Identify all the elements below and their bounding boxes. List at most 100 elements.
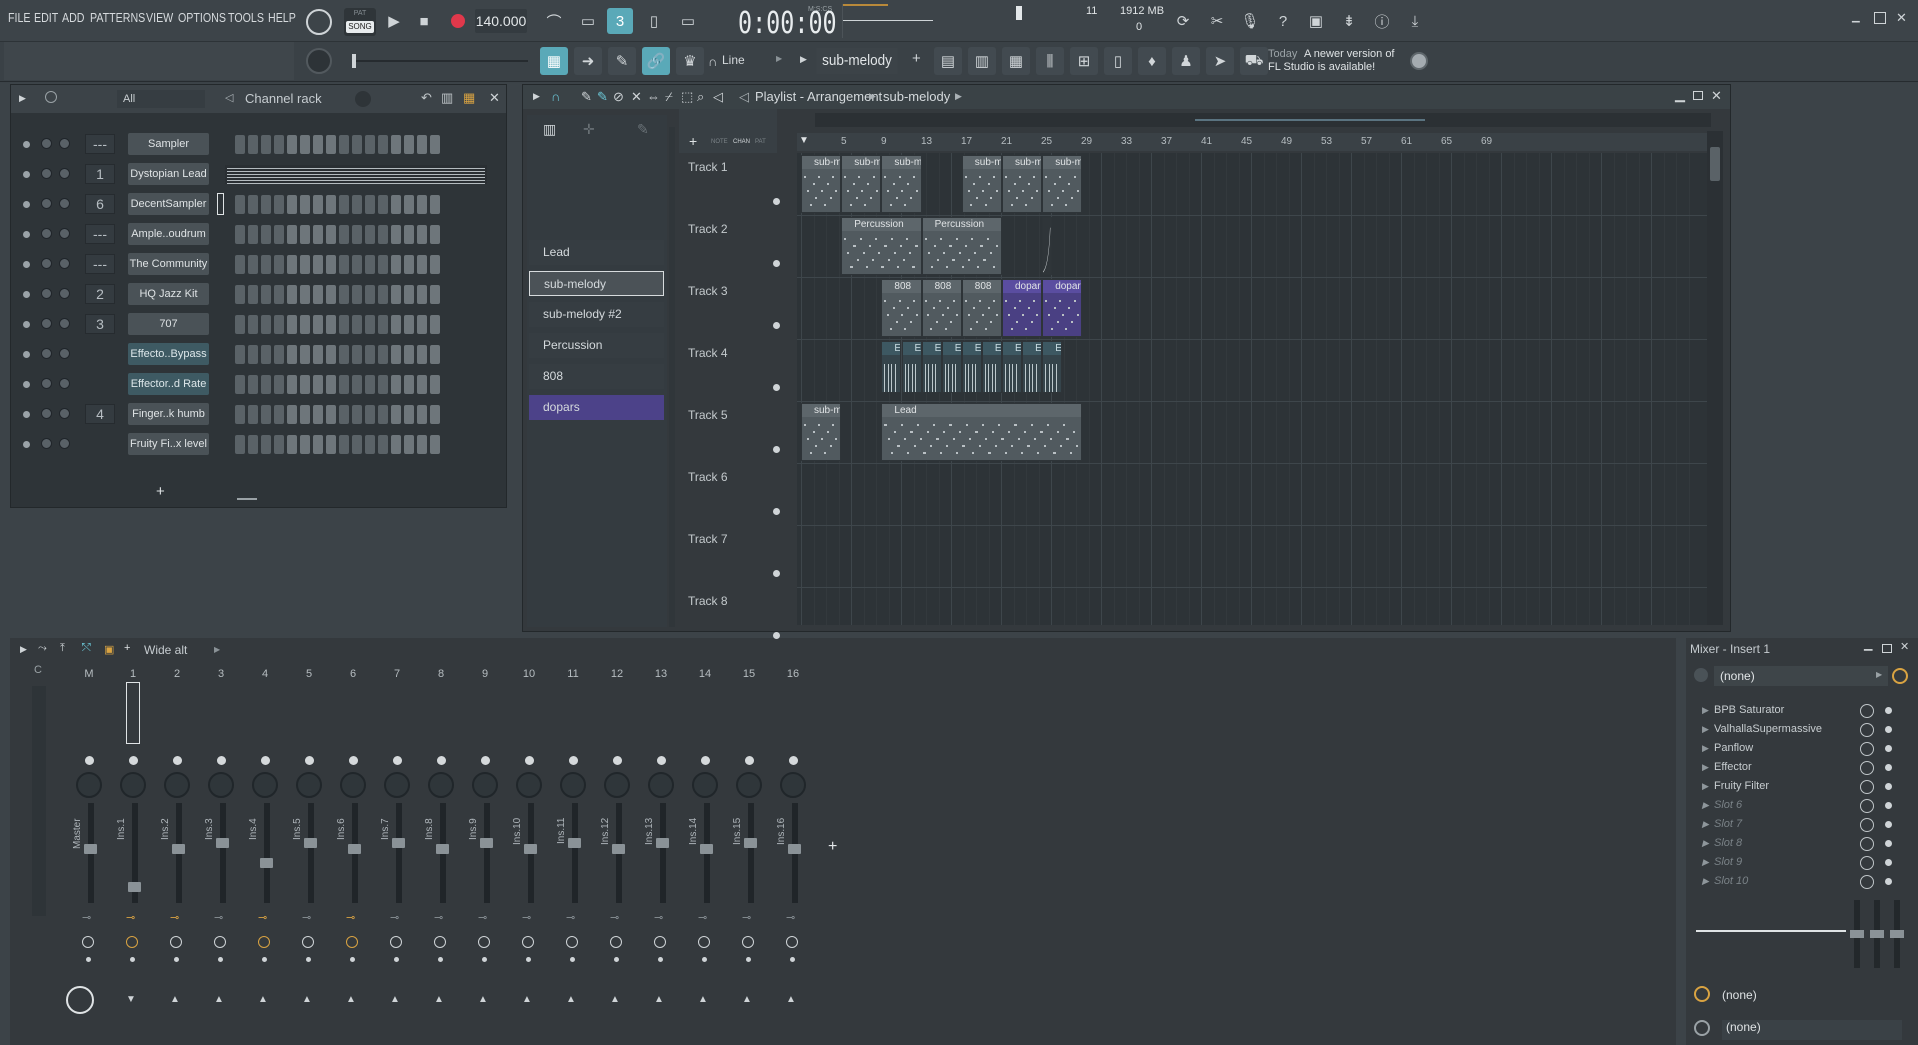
picker-pattern-item[interactable]: sub-melody [529,271,664,296]
slot-enable-led[interactable] [1885,726,1892,733]
mixer-fader-cap[interactable] [524,844,537,854]
step-button[interactable] [404,375,414,394]
step-button[interactable] [404,195,414,214]
picker-pencil-icon[interactable]: ✎ [637,121,649,138]
mixer-route-led[interactable] [746,957,751,962]
step-button[interactable] [287,195,297,214]
step-button[interactable] [430,225,440,244]
step-button[interactable] [235,435,245,454]
minimize-playlist-icon[interactable]: ▁ [1675,87,1685,103]
mixer-route-arrow-icon[interactable]: ▲ [170,994,180,1005]
step-button[interactable] [417,345,427,364]
channel-volume-knob[interactable] [41,198,52,209]
minimize-app-button[interactable]: ▁ [1852,12,1864,24]
step-button[interactable] [287,345,297,364]
picker-add-icon[interactable]: ✛ [583,121,595,138]
channel-led[interactable] [23,201,30,208]
mixer-fader[interactable] [220,803,226,903]
step-button[interactable] [287,405,297,424]
slot-expand-icon[interactable]: ▶ [1702,777,1709,796]
mixer-add-icon[interactable]: + [124,642,130,654]
step-button[interactable] [352,375,362,394]
pattern-prev-icon[interactable]: ▶ [800,54,807,65]
stamp-icon[interactable]: ♛ [676,47,704,75]
step-button[interactable] [404,285,414,304]
mixer-route-led[interactable] [570,957,575,962]
slot-mix-knob[interactable] [1860,723,1874,737]
mixer-pan-knob[interactable] [692,772,718,798]
step-button[interactable] [261,435,271,454]
stop-button[interactable]: ■ [411,8,437,34]
mixer-route-led[interactable] [394,957,399,962]
output-select-2[interactable]: (none) [1722,1020,1902,1040]
mixer-stereo-icon[interactable]: ⊸ [522,911,531,924]
input-select[interactable]: (none) [1714,666,1888,686]
track-mute-led[interactable] [773,508,780,515]
step-button[interactable] [378,315,388,334]
playlist-clip[interactable]: Percussion [841,217,922,275]
step-button[interactable] [339,315,349,334]
play-button[interactable]: ▶ [381,8,407,34]
browser-window-icon[interactable]: ⊞ [1070,47,1098,75]
playlist-window-icon[interactable]: ▤ [934,47,962,75]
step-button[interactable] [430,315,440,334]
step-button[interactable] [313,435,323,454]
zoom-tool-icon[interactable]: ⌕ [697,89,704,105]
mixer-send-knob[interactable] [610,936,622,948]
mixer-strip[interactable]: 14 Ins.14 ⊸ ▲ [684,668,726,1005]
minimize-insert-icon[interactable]: ▁ [1864,638,1872,651]
step-button[interactable] [300,225,310,244]
maximize-insert-icon[interactable] [1882,644,1892,653]
step-button[interactable] [287,315,297,334]
mixer-strip[interactable]: 1 Ins.1 ⊸ ▼ [112,668,154,1005]
piano-roll-window-icon[interactable]: ▥ [968,47,996,75]
snap-dropdown-icon[interactable]: ▶ [776,54,782,63]
step-button[interactable] [235,405,245,424]
slot-mix-knob[interactable] [1860,780,1874,794]
mixer-pan-knob[interactable] [472,772,498,798]
track-label[interactable]: Track 5 [688,408,798,422]
step-button[interactable] [391,255,401,274]
slot-enable-led[interactable] [1885,764,1892,771]
mixer-led[interactable] [261,756,270,765]
mixer-send-knob[interactable] [742,936,754,948]
slot-expand-icon[interactable]: ▶ [1702,720,1709,739]
mute-tool-icon[interactable]: ✕ [631,89,642,105]
step-button[interactable] [417,255,427,274]
slot-enable-led[interactable] [1885,745,1892,752]
step-button[interactable] [378,345,388,364]
step-button[interactable] [365,195,375,214]
step-button[interactable] [326,285,336,304]
mixer-route-arrow-icon[interactable]: ▲ [698,994,708,1005]
snap-select[interactable]: Line [722,50,784,70]
playlist-clip[interactable]: Effe..ss [961,341,982,393]
step-button[interactable] [287,435,297,454]
step-button[interactable] [404,255,414,274]
mixer-arm-icon[interactable]: ⤒ [60,642,65,655]
menu-options[interactable]: OPTIONS [178,10,226,25]
step-button[interactable] [417,435,427,454]
channel-led[interactable] [23,141,30,148]
mixer-send-knob[interactable] [566,936,578,948]
step-button[interactable] [339,255,349,274]
step-button[interactable] [300,135,310,154]
step-button[interactable] [326,345,336,364]
channel-name-button[interactable]: Dystopian Lead [128,163,209,185]
output-route-icon[interactable] [1694,1020,1710,1036]
mixer-strip[interactable]: 4 Ins.4 ⊸ ▲ [244,668,286,1005]
step-button[interactable] [378,255,388,274]
step-button[interactable] [391,375,401,394]
mixer-strip[interactable]: 16 Ins.16 ⊸ ▲ [772,668,814,1005]
channel-led[interactable] [23,321,30,328]
mixer-fader-cap[interactable] [568,838,581,848]
picker-pattern-item[interactable]: dopars [529,395,664,420]
mixer-fx-slot[interactable]: ▶ BPB Saturator [1694,701,1892,720]
mixer-pan-knob[interactable] [516,772,542,798]
step-button[interactable] [287,285,297,304]
slot-mix-knob[interactable] [1860,799,1874,813]
channel-mixer-target[interactable]: 2 [85,284,115,304]
mixer-strip[interactable]: 6 Ins.6 ⊸ ▲ [332,668,374,1005]
step-button[interactable] [365,135,375,154]
step-button[interactable] [326,135,336,154]
record-button[interactable] [445,8,471,34]
